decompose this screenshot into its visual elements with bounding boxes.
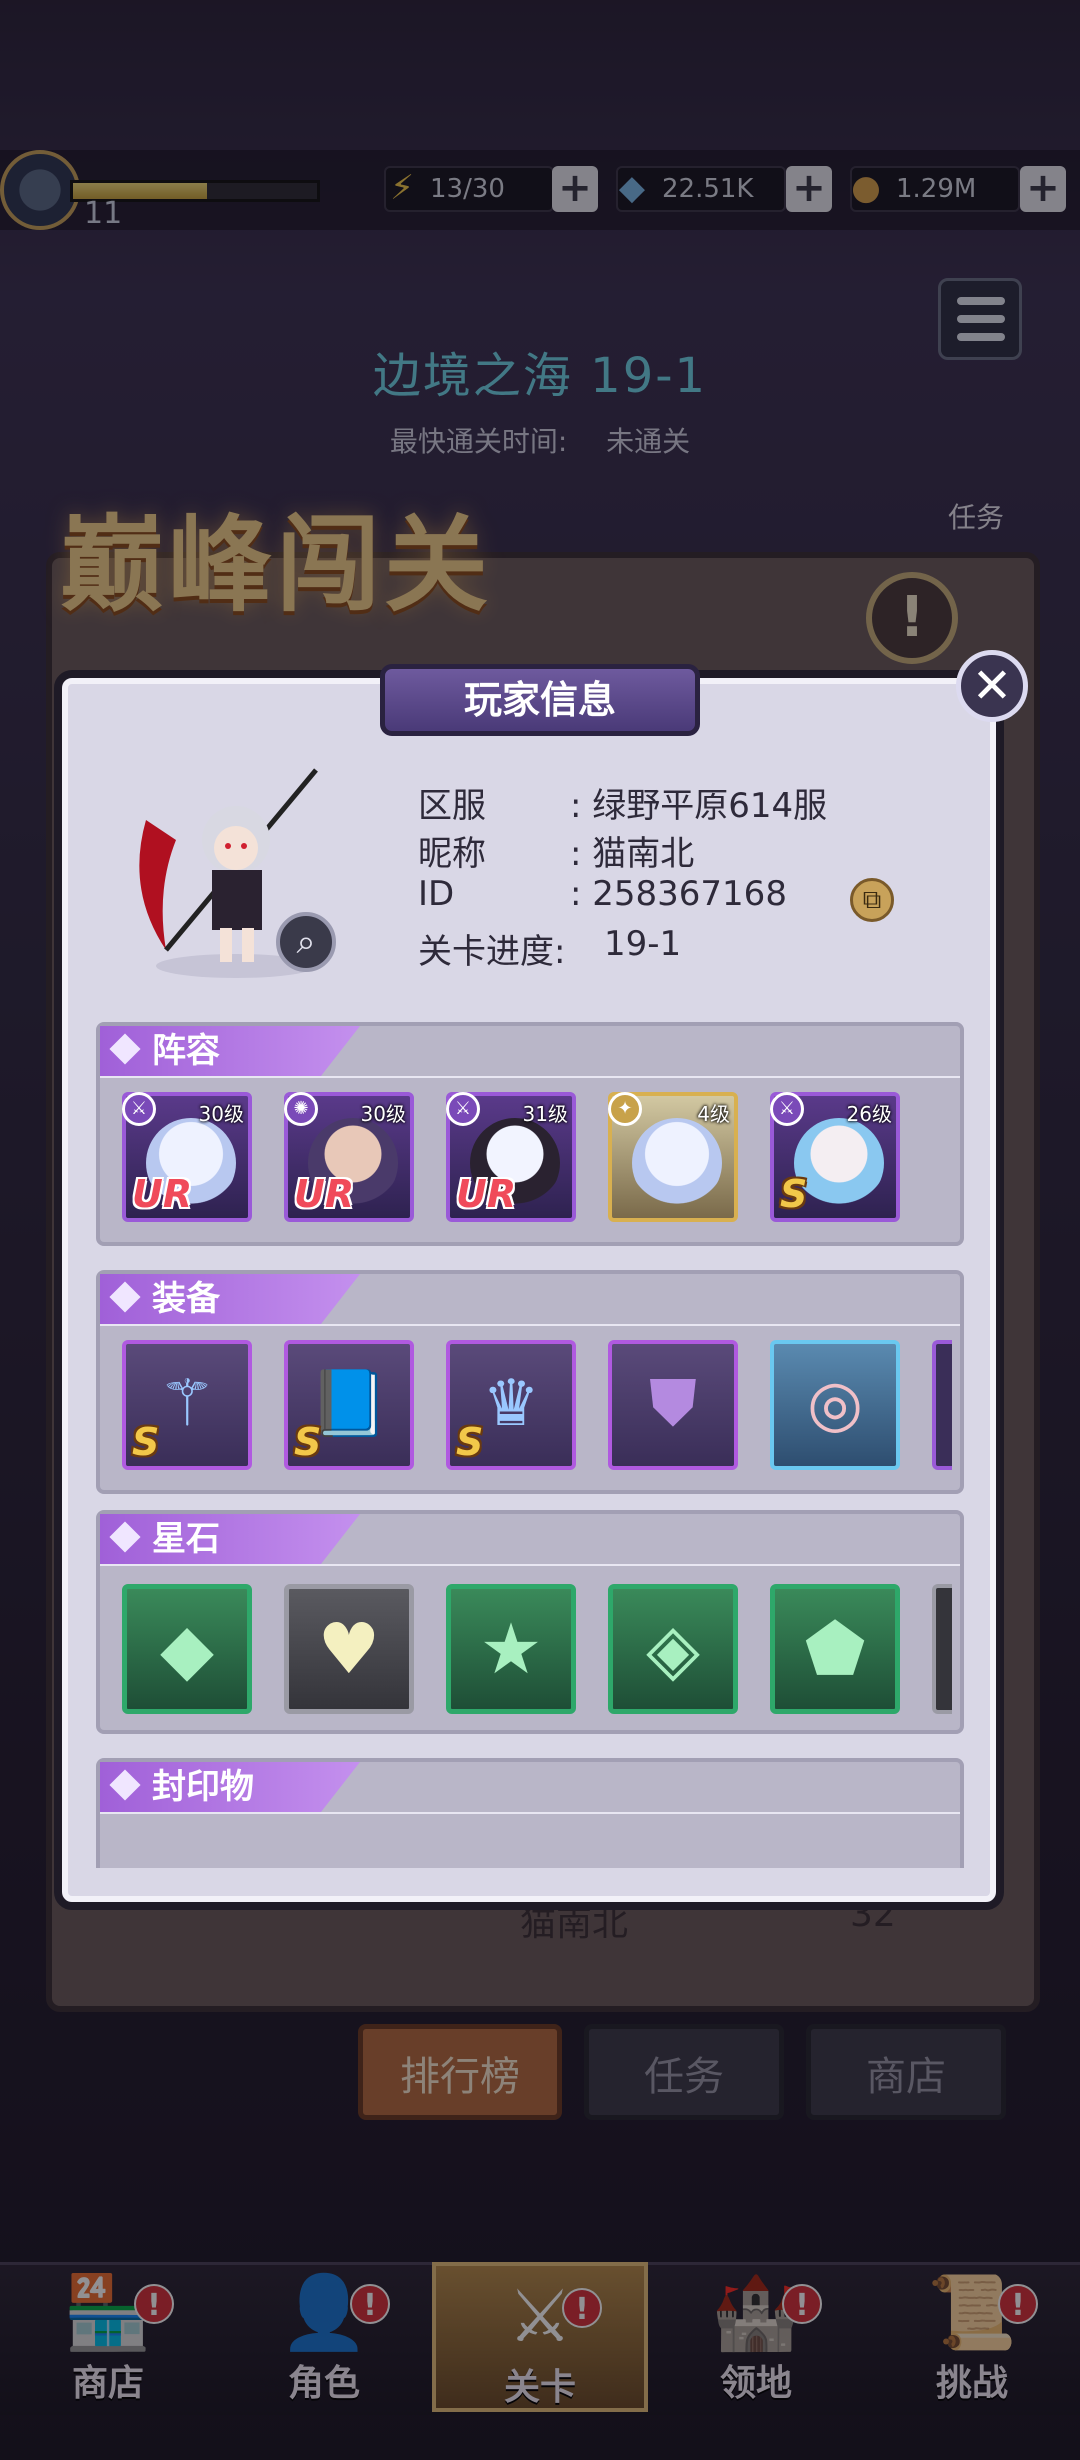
element-icon: ⚔ <box>446 1092 480 1126</box>
ring-icon: ◎ <box>807 1367 863 1441</box>
info-value-id: : 258367168 <box>570 874 787 914</box>
rarity-tag: UR <box>456 1172 517 1216</box>
heart-gem-icon: ♥ <box>317 1608 381 1690</box>
info-label-progress: 关卡进度: <box>418 932 566 972</box>
hero-card[interactable]: ⚔ 30级 UR <box>122 1092 252 1222</box>
rarity-tag: UR <box>294 1172 355 1216</box>
star-gem-icon: ★ <box>479 1608 543 1690</box>
starstone-card[interactable]: ★ <box>446 1584 576 1714</box>
equipment-card[interactable]: ♛ S <box>446 1340 576 1470</box>
modal-title: 玩家信息 <box>380 664 700 736</box>
magnify-icon[interactable]: ⌕ <box>276 912 336 972</box>
hero-level: 31级 <box>522 1102 568 1126</box>
info-value-server: : 绿野平原614服 <box>570 786 828 826</box>
element-icon: ✺ <box>284 1092 318 1126</box>
starstone-card[interactable]: ◆ <box>122 1584 252 1714</box>
hero-card[interactable]: ✦ 4级 <box>608 1092 738 1222</box>
hero-level: 26级 <box>846 1102 892 1126</box>
rarity-tag: UR <box>132 1172 193 1216</box>
section-title-equipment: 装备 <box>100 1274 360 1324</box>
starstone-card[interactable]: ◈ <box>608 1584 738 1714</box>
rarity-tag: S <box>132 1420 160 1464</box>
equipment-card[interactable]: ◎ <box>770 1340 900 1470</box>
info-label-nickname: 昵称 <box>418 834 486 874</box>
section-title-seal: 封印物 <box>100 1762 360 1812</box>
rarity-tag: S <box>456 1420 484 1464</box>
equipment-card[interactable]: 📘 S <box>284 1340 414 1470</box>
starstone-card[interactable]: ⬟ <box>770 1584 900 1714</box>
element-icon: ⚔ <box>770 1092 804 1126</box>
rarity-tag: S <box>780 1172 808 1216</box>
hero-level: 4级 <box>697 1102 730 1126</box>
section-title-starstone: 星石 <box>100 1514 360 1564</box>
element-icon: ✦ <box>608 1092 642 1126</box>
copy-id-icon[interactable]: ⧉ <box>850 878 894 922</box>
hero-card[interactable]: ⚔ 26级 S <box>770 1092 900 1222</box>
equipment-card[interactable]: ⛊ <box>608 1340 738 1470</box>
info-value-nickname: : 猫南北 <box>570 834 695 874</box>
info-value-progress: 19-1 <box>604 924 682 964</box>
rarity-tag: S <box>294 1420 322 1464</box>
equipment-card-partial[interactable] <box>932 1340 952 1470</box>
square-gem-icon: ◆ <box>160 1608 214 1690</box>
close-button[interactable]: ✕ <box>956 650 1028 722</box>
info-label-server: 区服 <box>418 786 486 826</box>
starstone-card[interactable]: ♥ <box>284 1584 414 1714</box>
cloak-icon: ⛊ <box>649 1367 697 1441</box>
shield-gem-icon: ⬟ <box>804 1608 866 1690</box>
hero-level: 30级 <box>198 1102 244 1126</box>
equipment-card[interactable]: ⚚ S <box>122 1340 252 1470</box>
crystal-gem-icon: ◈ <box>646 1608 700 1690</box>
info-label-id: ID <box>418 874 455 914</box>
element-icon: ⚔ <box>122 1092 156 1126</box>
hero-card[interactable]: ✺ 30级 UR <box>284 1092 414 1222</box>
hero-level: 30级 <box>360 1102 406 1126</box>
hero-card[interactable]: ⚔ 31级 UR <box>446 1092 576 1222</box>
seal-section: 封印物 <box>96 1758 964 1868</box>
starstone-card-partial[interactable] <box>932 1584 952 1714</box>
section-title-lineup: 阵容 <box>100 1026 360 1076</box>
